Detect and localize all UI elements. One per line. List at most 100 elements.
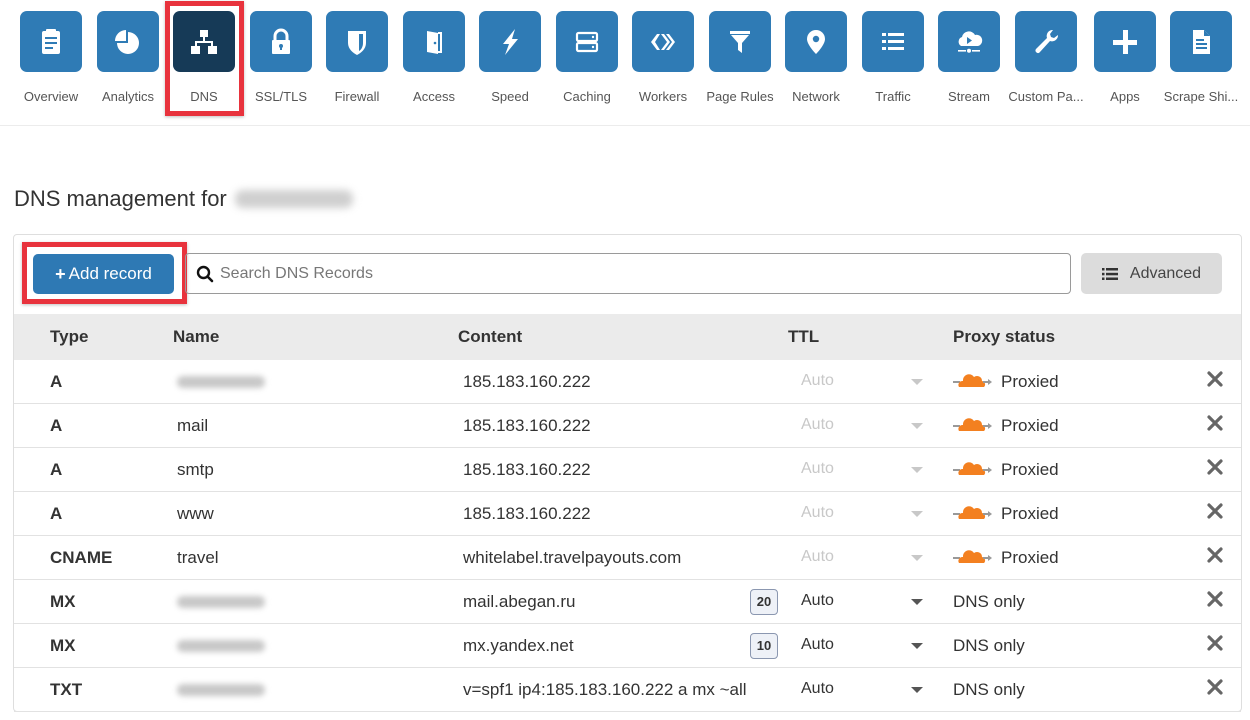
proxy-toggle[interactable] [953, 504, 993, 527]
lock-icon [272, 28, 290, 54]
location-pin-icon [807, 29, 825, 54]
priority-badge: 10 [750, 633, 778, 659]
nav-item-analytics[interactable]: Analytics [90, 0, 166, 120]
table-row[interactable]: A 185.183.160.222 Auto Proxied [14, 360, 1241, 404]
nav-item-traffic[interactable]: Traffic [855, 0, 931, 120]
nav-label: Speed [491, 89, 529, 104]
ttl-select[interactable]: Auto [801, 636, 834, 654]
proxy-toggle[interactable] [953, 460, 993, 483]
nav-label: Workers [638, 89, 688, 104]
nav-item-speed[interactable]: Speed [472, 0, 548, 120]
record-type: A [50, 460, 63, 479]
nav-item-ssl-tls[interactable]: SSL/TLS [243, 0, 319, 120]
advanced-button[interactable]: Advanced [1081, 253, 1222, 294]
record-content: 185.183.160.222 [463, 416, 591, 435]
proxy-status[interactable]: DNS only [953, 636, 1025, 656]
nav-item-custom-pa[interactable]: Custom Pa... [1008, 0, 1084, 120]
blurred-domain-name [234, 190, 353, 208]
nav-tile [173, 11, 235, 72]
ttl-dropdown-caret-icon[interactable] [911, 599, 923, 605]
record-type: MX [50, 636, 76, 655]
table-row[interactable]: Amail 185.183.160.222 Auto Proxied [14, 404, 1241, 448]
nav-item-overview[interactable]: Overview [13, 0, 89, 120]
table-row[interactable]: MX mx.yandex.net 10 Auto DNS only [14, 624, 1241, 668]
record-type: A [50, 372, 63, 391]
nav-item-firewall[interactable]: Firewall [319, 0, 395, 120]
table-row[interactable]: TXT v=spf1 ip4:185.183.160.222 a mx ~all A… [14, 668, 1241, 712]
proxy-toggle[interactable] [953, 372, 993, 395]
nav-tile [97, 11, 159, 72]
proxy-status[interactable]: DNS only [953, 592, 1025, 612]
delete-record-close-icon[interactable] [1207, 591, 1223, 612]
delete-record-close-icon[interactable] [1207, 503, 1223, 524]
search-field[interactable] [185, 253, 1071, 294]
nav-tile [479, 11, 541, 72]
nav-tile [326, 11, 388, 72]
ttl-select[interactable]: Auto [801, 680, 834, 698]
nav-item-caching[interactable]: Caching [549, 0, 625, 120]
delete-record-close-icon[interactable] [1207, 459, 1223, 480]
record-content: whitelabel.travelpayouts.com [463, 548, 682, 567]
plus-icon [1113, 29, 1137, 54]
nav-label: Access [413, 89, 455, 104]
record-content: 185.183.160.222 [463, 504, 591, 523]
door-icon [427, 30, 442, 54]
list-icon [882, 32, 904, 50]
proxied-cloud-icon [953, 462, 992, 475]
nav-label: Stream [948, 89, 990, 104]
ttl-dropdown-caret-icon [911, 423, 923, 429]
delete-record-close-icon[interactable] [1207, 547, 1223, 568]
record-content: mx.yandex.net [463, 636, 574, 655]
record-type: MX [50, 592, 76, 611]
nav-item-dns[interactable]: DNS [166, 0, 242, 120]
nav-label: Scrape Shi... [1163, 89, 1239, 104]
proxy-status: Proxied [1001, 460, 1059, 479]
workers-icon [651, 33, 675, 50]
header-ttl[interactable]: TTL [788, 327, 819, 347]
proxy-toggle[interactable] [953, 548, 993, 571]
ttl-dropdown-caret-icon[interactable] [911, 643, 923, 649]
header-type[interactable]: Type [50, 327, 88, 347]
blurred-record-name [177, 376, 265, 388]
nav-tile [938, 11, 1000, 72]
record-type: A [50, 416, 63, 435]
nav-item-page-rules[interactable]: Page Rules [702, 0, 778, 120]
table-row[interactable]: CNAME travel whitelabel.travelpayouts.com A… [14, 536, 1241, 580]
document-icon [1193, 29, 1210, 54]
header-proxy-status[interactable]: Proxy status [953, 327, 1055, 347]
nav-item-scrape-shi[interactable]: Scrape Shi... [1163, 0, 1239, 120]
table-row[interactable]: Awww 185.183.160.222 Auto Proxied [14, 492, 1241, 536]
nav-item-apps[interactable]: Apps [1087, 0, 1163, 120]
nav-tile [632, 11, 694, 72]
table-row[interactable]: Asmtp 185.183.160.222 Auto Proxied [14, 448, 1241, 492]
search-input[interactable] [220, 264, 1060, 283]
ttl-dropdown-caret-icon [911, 555, 923, 561]
proxy-status: Proxied [1001, 548, 1059, 567]
proxy-status: Proxied [1001, 372, 1059, 391]
blurred-record-name [177, 640, 265, 652]
nav-item-workers[interactable]: Workers [625, 0, 701, 120]
add-record-button[interactable]: + Add record [33, 254, 174, 294]
list-icon [1101, 267, 1118, 280]
table-row[interactable]: MX mail.abegan.ru 20 Auto DNS only [14, 580, 1241, 624]
ttl-dropdown-caret-icon[interactable] [911, 687, 923, 693]
delete-record-close-icon[interactable] [1207, 371, 1223, 392]
nav-item-network[interactable]: Network [778, 0, 854, 120]
proxy-toggle[interactable] [953, 416, 993, 439]
lightning-icon [503, 28, 518, 55]
network-tree-icon [191, 29, 217, 54]
header-content[interactable]: Content [458, 327, 522, 347]
delete-record-close-icon[interactable] [1207, 679, 1223, 700]
filter-icon [730, 30, 750, 53]
proxy-status[interactable]: DNS only [953, 680, 1025, 700]
delete-record-close-icon[interactable] [1207, 635, 1223, 656]
delete-record-close-icon[interactable] [1207, 415, 1223, 436]
record-content: 185.183.160.222 [463, 372, 591, 391]
blurred-record-name [177, 596, 265, 608]
header-name[interactable]: Name [173, 327, 219, 347]
ttl-select[interactable]: Auto [801, 592, 834, 610]
clipboard-icon [42, 28, 60, 54]
nav-item-access[interactable]: Access [396, 0, 472, 120]
nav-tile [862, 11, 924, 72]
nav-item-stream[interactable]: Stream [931, 0, 1007, 120]
